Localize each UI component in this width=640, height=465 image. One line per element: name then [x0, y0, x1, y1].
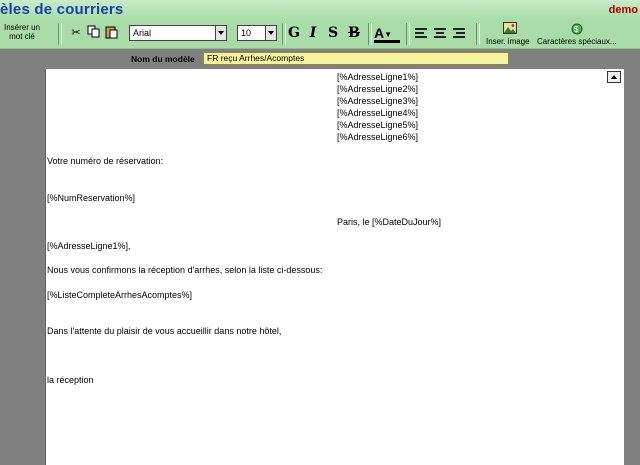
confirmation-line: Nous vous confirmons la réception d'arrh…: [47, 265, 323, 275]
font-size-value: 10: [241, 28, 252, 38]
text-color-letter: A: [374, 25, 385, 41]
special-characters-button[interactable]: $ Caractères spéciaux...: [537, 21, 619, 47]
window-edge: [624, 69, 640, 465]
toolbar-separator: [368, 23, 372, 45]
align-left-icon[interactable]: [414, 26, 428, 40]
closing-line: Dans l'attente du plaisir de vous accuei…: [47, 326, 282, 336]
insert-image-label: Inser. image: [486, 37, 530, 46]
deposit-list-line: [%ListeCompleteArrhesAcomptes%]: [47, 290, 193, 300]
special-characters-label: Caractères spéciaux...: [537, 37, 617, 46]
address-line-1: [%AdresseLigne1%]: [337, 72, 419, 82]
bold-button[interactable]: G: [285, 24, 303, 43]
reservation-number: [%NumReservation%]: [47, 193, 136, 203]
date-line: Paris, le [%DateDuJour%]: [337, 217, 442, 227]
chevron-down-icon[interactable]: [215, 26, 226, 40]
insert-keyword-label-2: mot clé: [9, 32, 35, 41]
address-line-3: [%AdresseLigne3%]: [337, 96, 419, 106]
scroll-up-arrow-icon[interactable]: [607, 71, 621, 83]
signature-line: la réception: [47, 375, 94, 385]
toolbar-separator: [476, 23, 480, 45]
chevron-down-icon: ▼: [384, 29, 393, 39]
strikethrough-button[interactable]: B: [345, 24, 363, 43]
title-bar: èles de courriers demo: [0, 0, 640, 20]
reservation-label: Votre numéro de réservation:: [47, 156, 164, 166]
insert-keyword-button[interactable]: Insérer un mot clé: [2, 23, 42, 47]
toolbar-separator: [58, 23, 62, 45]
insert-image-button[interactable]: Inser. image: [486, 21, 536, 47]
chevron-down-icon[interactable]: [265, 26, 276, 40]
font-value: Arial: [133, 28, 152, 38]
address-line-4: [%AdresseLigne4%]: [337, 108, 419, 118]
font-select[interactable]: Arial: [129, 25, 227, 41]
align-center-icon[interactable]: [433, 26, 447, 40]
address-line-6: [%AdresseLigne6%]: [337, 132, 419, 142]
paste-icon[interactable]: [104, 25, 120, 41]
address-line-5: [%AdresseLigne5%]: [337, 120, 419, 130]
cut-icon[interactable]: ✂: [68, 25, 84, 41]
window-title: èles de courriers: [0, 1, 124, 18]
model-name-label: Nom du modèle: [131, 54, 195, 64]
demo-label: demo: [608, 4, 638, 16]
text-color-button[interactable]: A▼: [374, 24, 400, 43]
font-size-select[interactable]: 10: [237, 25, 277, 41]
salutation-line: [%AdresseLigne1%],: [47, 241, 131, 251]
align-right-icon[interactable]: [452, 26, 466, 40]
formatting-toolbar: Insérer un mot clé ✂ Arial 10 G I S B A▼…: [0, 20, 640, 49]
insert-keyword-label-1: Insérer un: [3, 23, 41, 32]
svg-text:$: $: [574, 25, 579, 34]
vertical-scrollbar[interactable]: [607, 69, 624, 465]
model-name-input[interactable]: FR reçu Arrhes/Acomptes: [203, 52, 509, 65]
underline-button[interactable]: S: [324, 24, 342, 43]
toolbar-separator: [406, 23, 410, 45]
copy-icon[interactable]: [86, 25, 102, 41]
address-line-2: [%AdresseLigne2%]: [337, 84, 419, 94]
italic-button[interactable]: I: [304, 24, 322, 43]
